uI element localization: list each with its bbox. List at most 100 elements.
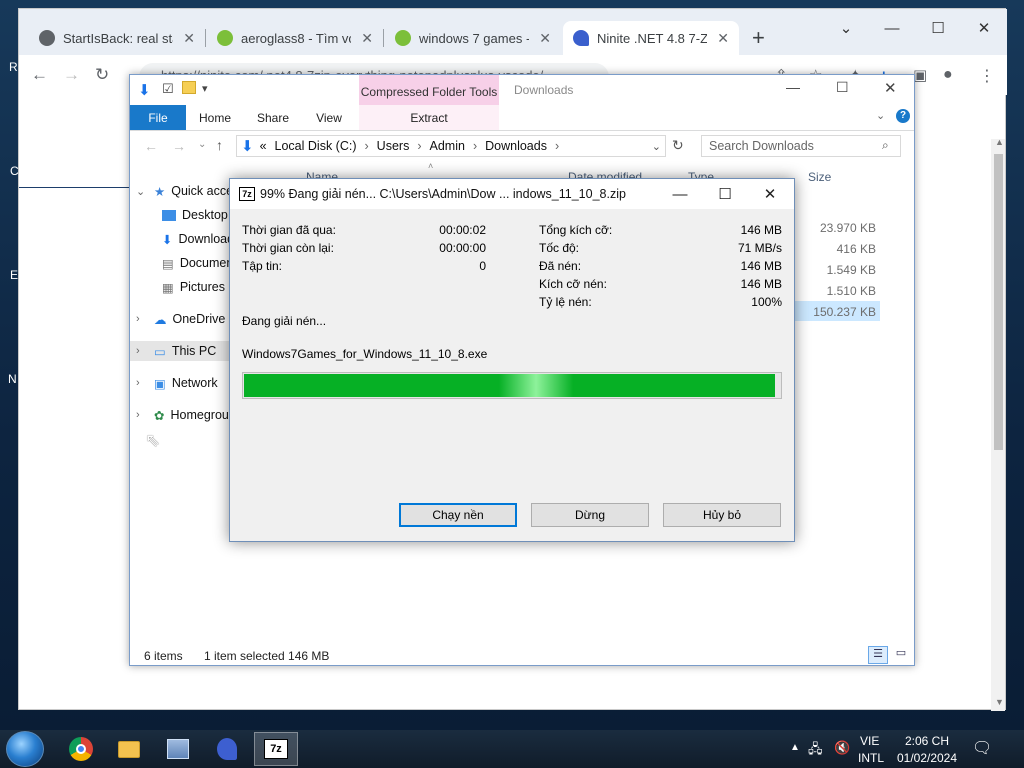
context-group-label: Compressed Folder Tools xyxy=(359,75,499,105)
ratio-label: Tỷ lệ nén: xyxy=(539,295,592,309)
nav-this-pc[interactable]: › ▭ This PC xyxy=(130,341,230,361)
menu-kebab-icon[interactable]: ⋮ xyxy=(979,66,995,86)
qat-dropdown-icon[interactable]: ▾ xyxy=(202,82,208,95)
taskbar-ninite[interactable] xyxy=(205,732,249,766)
new-tab-button[interactable]: + xyxy=(752,25,765,51)
pause-button[interactable]: Dừng xyxy=(531,503,649,527)
up-arrow-icon[interactable]: ↑ xyxy=(216,137,223,153)
close-tab-icon[interactable]: ✕ xyxy=(717,30,729,47)
properties-check-icon[interactable]: ☑ xyxy=(162,81,174,97)
search-box[interactable]: Search Downloads xyxy=(701,135,901,157)
explorer-address-bar[interactable]: ⬇ « Local Disk (C:) › Users › Admin › Do… xyxy=(236,135,666,157)
breadcrumb-overflow[interactable]: « xyxy=(260,139,267,153)
nav-network[interactable]: › ▣ Network xyxy=(136,373,218,393)
tab-aeroglass[interactable]: aeroglass8 - Tìm với ✕ xyxy=(207,21,383,55)
background-button[interactable]: Chạy nền xyxy=(399,503,517,527)
column-size[interactable]: Size xyxy=(808,170,831,184)
breadcrumb-downloads[interactable]: Downloads xyxy=(485,139,547,153)
clock-date[interactable]: 01/02/2024 xyxy=(896,751,958,765)
cancel-button[interactable]: Hủy bỏ xyxy=(663,503,781,527)
nav-onedrive[interactable]: › ☁ OneDrive xyxy=(136,309,225,329)
back-arrow-icon[interactable]: ← xyxy=(144,138,158,154)
explorer-maximize-button[interactable]: ☐ xyxy=(836,79,849,96)
address-dropdown-icon[interactable]: ⌄ xyxy=(652,140,665,153)
breadcrumb-admin[interactable]: Admin xyxy=(430,139,465,153)
ribbon-expand-chevron-icon[interactable]: ⌄ xyxy=(876,109,885,122)
taskbar-explorer[interactable] xyxy=(107,732,151,766)
dialog-close-button[interactable]: ✕ xyxy=(750,184,790,204)
language-indicator-bottom[interactable]: INTL xyxy=(858,751,884,765)
clock-time[interactable]: 2:06 CH xyxy=(898,734,956,748)
expand-chevron-icon[interactable]: › xyxy=(136,313,148,325)
expand-chevron-icon[interactable]: ⌄ xyxy=(136,185,148,198)
desktop-icon-label[interactable]: E xyxy=(10,268,18,282)
large-icons-view-icon[interactable]: ▭ xyxy=(892,646,910,664)
new-folder-icon[interactable] xyxy=(182,81,196,94)
expand-chevron-icon[interactable]: › xyxy=(136,409,148,421)
tab-search-icon[interactable]: ⌄ xyxy=(823,11,869,45)
file-size: 416 KB xyxy=(836,242,876,256)
desktop-icon xyxy=(162,209,176,221)
expand-chevron-icon[interactable]: › xyxy=(136,345,148,357)
7zip-icon: 7z xyxy=(264,739,288,759)
taskbar-control-panel[interactable] xyxy=(156,732,200,766)
maximize-button[interactable]: ☐ xyxy=(915,11,961,45)
dialog-minimize-button[interactable]: — xyxy=(660,184,700,204)
explorer-close-button[interactable]: ✕ xyxy=(884,79,897,97)
back-arrow-icon[interactable]: ← xyxy=(31,65,48,85)
downloads-folder-icon: ⬇ xyxy=(241,138,254,155)
start-orb-icon[interactable] xyxy=(6,731,44,767)
breadcrumb-chevron-icon[interactable]: › xyxy=(555,139,559,153)
close-window-button[interactable]: ✕ xyxy=(961,11,1007,45)
minimize-button[interactable]: — xyxy=(869,11,915,45)
show-hidden-icons[interactable]: ▲ xyxy=(790,742,800,753)
window-title: Downloads xyxy=(514,83,574,97)
tab-ninite[interactable]: Ninite .NET 4.8 7-Zip ✕ xyxy=(563,21,739,55)
taskbar-chrome[interactable] xyxy=(59,732,103,766)
breadcrumb-chevron-icon[interactable]: › xyxy=(417,139,421,153)
forward-arrow-icon[interactable]: → xyxy=(63,65,80,85)
desktop-icon-label[interactable]: R xyxy=(9,60,18,74)
explorer-minimize-button[interactable]: — xyxy=(786,79,800,95)
tab-share[interactable]: Share xyxy=(248,105,298,130)
language-indicator-top[interactable]: VIE xyxy=(860,734,879,748)
network-tray-icon[interactable]: 🖧 xyxy=(808,740,823,762)
tab-home[interactable]: Home xyxy=(190,105,240,130)
close-tab-icon[interactable]: ✕ xyxy=(183,30,195,47)
download-arrow-icon: ⬇ xyxy=(138,82,151,99)
profile-avatar-icon[interactable]: ● xyxy=(943,66,953,84)
desktop-icon-label[interactable]: N xyxy=(8,372,17,386)
breadcrumb-chevron-icon[interactable]: › xyxy=(473,139,477,153)
breadcrumb-users[interactable]: Users xyxy=(377,139,410,153)
tab-extract[interactable]: Extract xyxy=(359,105,499,130)
scroll-down-arrow-icon[interactable]: ▼ xyxy=(995,697,1004,707)
reload-icon[interactable]: ↻ xyxy=(95,65,109,85)
forward-arrow-icon[interactable]: → xyxy=(172,138,186,154)
search-icon: ⌕ xyxy=(882,138,889,152)
expand-chevron-icon[interactable]: › xyxy=(136,377,148,389)
details-view-icon[interactable]: ☰ xyxy=(868,646,888,664)
nav-pictures[interactable]: ▦ Pictures xyxy=(162,277,225,297)
tab-startisback[interactable]: StartIsBack: real start ✕ xyxy=(29,21,205,55)
close-tab-icon[interactable]: ✕ xyxy=(361,30,373,47)
taskbar-7zip[interactable]: 7z xyxy=(254,732,298,766)
scroll-up-arrow-icon[interactable]: ▲ xyxy=(995,137,1004,147)
volume-muted-icon[interactable]: 🔇 xyxy=(834,740,850,756)
recent-locations-chevron-icon[interactable]: ⌄ xyxy=(198,139,206,150)
tab-windows7-games[interactable]: windows 7 games - T ✕ xyxy=(385,21,561,55)
close-tab-icon[interactable]: ✕ xyxy=(539,30,551,47)
breadcrumb-local-disk[interactable]: Local Disk (C:) xyxy=(275,139,357,153)
tab-view[interactable]: View xyxy=(304,105,354,130)
dialog-maximize-button[interactable]: ☐ xyxy=(705,184,745,204)
nav-desktop[interactable]: Desktop xyxy=(162,205,228,225)
side-panel-icon[interactable]: ▣ xyxy=(913,66,927,84)
notifications-icon[interactable]: 🗨 xyxy=(972,738,992,758)
help-icon[interactable]: ? xyxy=(896,109,910,123)
download-arrow-icon: ⬇ xyxy=(162,232,173,247)
scrollbar-thumb[interactable] xyxy=(994,154,1003,450)
refresh-icon[interactable]: ↻ xyxy=(672,137,684,154)
tab-file[interactable]: File xyxy=(130,105,186,130)
google-favicon xyxy=(395,30,411,46)
breadcrumb-chevron-icon[interactable]: › xyxy=(365,139,369,153)
nav-homegroup[interactable]: › ✿ Homegroup xyxy=(136,405,236,425)
